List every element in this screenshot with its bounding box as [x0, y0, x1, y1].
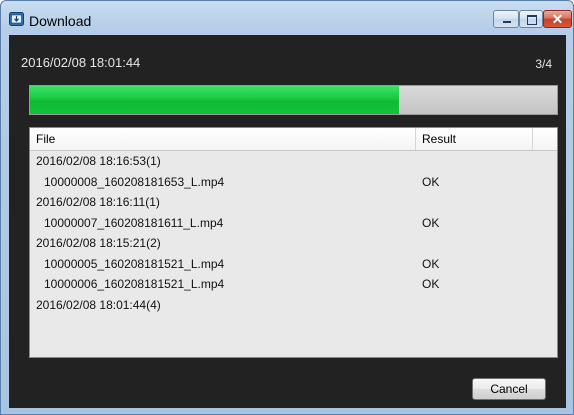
download-counter: 3/4: [535, 57, 552, 71]
group-label: 2016/02/08 18:16:11(1): [36, 195, 160, 209]
minimize-icon: [503, 21, 511, 23]
file-row[interactable]: 10000007_160208181611_L.mp4 OK: [30, 213, 557, 234]
title-bar[interactable]: Download ✕: [1, 1, 573, 35]
file-name: 10000007_160208181611_L.mp4: [44, 215, 224, 230]
column-header-result[interactable]: Result: [416, 128, 533, 150]
download-progress-bar: [29, 85, 558, 115]
list-header: File Result: [30, 128, 557, 151]
result-status: OK: [422, 174, 440, 189]
download-datetime: 2016/02/08 18:01:44: [21, 55, 141, 70]
minimize-button[interactable]: [493, 10, 519, 28]
download-window-icon: [9, 12, 24, 26]
download-window: Download ✕ 2016/02/08 18:01:44 3/4 File …: [0, 0, 574, 415]
result-status: OK: [422, 256, 440, 271]
file-name: 10000008_160208181653_L.mp4: [44, 174, 225, 189]
file-name: 10000005_160208181521_L.mp4: [44, 256, 225, 271]
maximize-button[interactable]: [519, 10, 543, 28]
download-file-list[interactable]: File Result 2016/02/08 18:16:53(1) 100000…: [29, 127, 558, 358]
window-title: Download: [29, 13, 92, 29]
group-row[interactable]: 2016/02/08 18:16:11(1): [30, 192, 557, 213]
download-panel: 2016/02/08 18:01:44 3/4 File Result 2016…: [9, 35, 566, 408]
file-name: 10000006_160208181521_L.mp4: [44, 277, 225, 291]
group-row[interactable]: 2016/02/08 18:01:44(4): [30, 295, 557, 316]
close-icon: ✕: [551, 11, 564, 27]
group-row[interactable]: 2016/02/08 18:15:21(2): [30, 233, 557, 254]
column-header-extra[interactable]: [533, 128, 557, 150]
close-button[interactable]: ✕: [543, 10, 572, 28]
result-status: OK: [422, 277, 440, 291]
group-label: 2016/02/08 18:16:53(1): [36, 154, 161, 168]
file-row[interactable]: 10000006_160208181521_L.mp4 OK: [30, 274, 557, 295]
progress-fill: [30, 86, 399, 114]
result-status: OK: [422, 215, 440, 230]
list-rows: 2016/02/08 18:16:53(1) 10000008_160208181…: [30, 151, 557, 315]
group-row[interactable]: 2016/02/08 18:16:53(1): [30, 151, 557, 172]
column-header-file[interactable]: File: [30, 128, 416, 150]
group-label: 2016/02/08 18:15:21(2): [36, 236, 161, 250]
group-label: 2016/02/08 18:01:44(4): [36, 297, 161, 312]
file-row[interactable]: 10000008_160208181653_L.mp4 OK: [30, 172, 557, 193]
file-row[interactable]: 10000005_160208181521_L.mp4 OK: [30, 254, 557, 275]
cancel-button[interactable]: Cancel: [472, 378, 546, 400]
maximize-icon: [527, 15, 537, 25]
